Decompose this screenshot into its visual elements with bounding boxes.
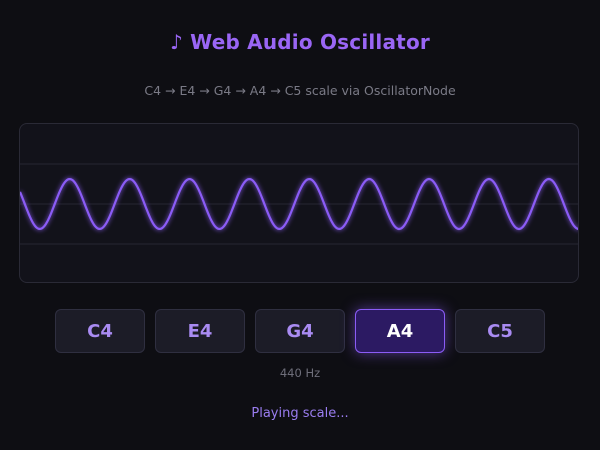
waveform-display <box>19 123 579 283</box>
note-button-c5[interactable]: C5 <box>455 309 545 353</box>
oscillator-app: ♪ Web Audio Oscillator C4 → E4 → G4 → A4… <box>0 0 600 450</box>
note-button-a4[interactable]: A4 <box>355 309 445 353</box>
page-subtitle: C4 → E4 → G4 → A4 → C5 scale via Oscilla… <box>144 83 456 98</box>
music-note-icon: ♪ <box>170 30 183 54</box>
frequency-readout: 440 Hz <box>279 366 321 380</box>
note-button-e4[interactable]: E4 <box>155 309 245 353</box>
note-buttons: C4 E4 G4 A4 C5 <box>55 309 545 353</box>
note-button-g4[interactable]: G4 <box>255 309 345 353</box>
status-text: Playing scale... <box>251 406 349 421</box>
note-button-c4[interactable]: C4 <box>55 309 145 353</box>
page-title: ♪ Web Audio Oscillator <box>0 30 600 54</box>
title-text: Web Audio Oscillator <box>190 30 430 54</box>
waveform-canvas <box>20 163 578 245</box>
